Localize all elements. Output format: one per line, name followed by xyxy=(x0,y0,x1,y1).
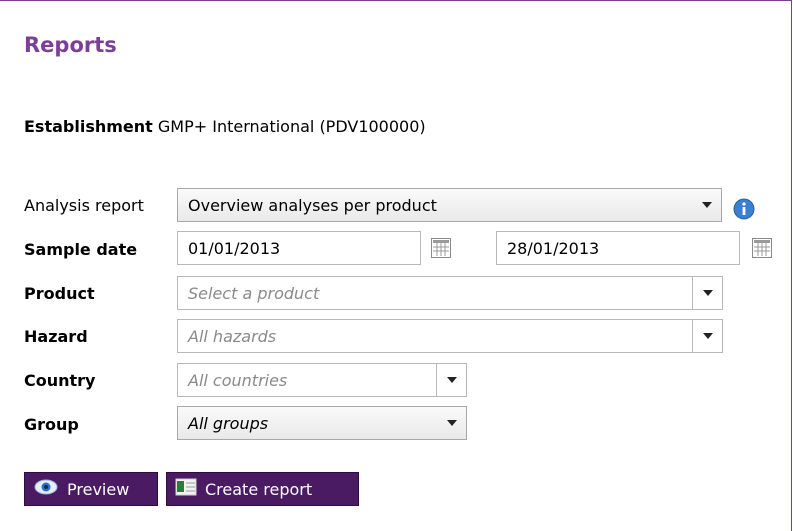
page-title: Reports xyxy=(24,33,117,57)
sample-date-label: Sample date xyxy=(24,240,138,259)
calendar-icon[interactable] xyxy=(752,238,772,258)
sample-date-to-value: 28/01/2013 xyxy=(507,238,600,258)
page-frame xyxy=(0,0,792,531)
dropdown-arrow-icon[interactable] xyxy=(692,277,722,309)
country-placeholder: All countries xyxy=(188,370,288,390)
sample-date-to-input[interactable]: 28/01/2013 xyxy=(496,231,740,265)
dropdown-arrow-icon[interactable] xyxy=(692,320,722,352)
sample-date-from-value: 01/01/2013 xyxy=(188,238,281,258)
group-value: All groups xyxy=(188,413,269,433)
establishment-value: GMP+ International (PDV100000) xyxy=(157,117,426,136)
hazard-placeholder: All hazards xyxy=(188,326,277,346)
analysis-report-value: Overview analyses per product xyxy=(188,195,437,215)
establishment-label: Establishment xyxy=(24,117,153,136)
sample-date-from-input[interactable]: 01/01/2013 xyxy=(177,231,421,265)
group-label: Group xyxy=(24,415,79,434)
analysis-report-select[interactable]: Overview analyses per product xyxy=(177,188,722,222)
calendar-icon[interactable] xyxy=(431,238,451,258)
country-label: Country xyxy=(24,371,96,390)
group-select[interactable]: All groups xyxy=(177,406,467,440)
analysis-report-label: Analysis report xyxy=(24,196,144,215)
create-report-label: Create report xyxy=(205,479,313,499)
country-select[interactable]: All countries xyxy=(177,363,467,397)
dropdown-arrow-icon xyxy=(701,189,713,221)
create-report-button[interactable]: Create report xyxy=(166,472,359,506)
product-label: Product xyxy=(24,284,95,303)
dropdown-arrow-icon xyxy=(446,407,458,439)
info-icon[interactable] xyxy=(733,198,755,224)
spreadsheet-icon xyxy=(175,478,205,500)
dropdown-arrow-icon[interactable] xyxy=(436,364,466,396)
preview-button[interactable]: Preview xyxy=(24,472,158,506)
hazard-select[interactable]: All hazards xyxy=(177,319,723,353)
preview-label: Preview xyxy=(67,479,130,499)
hazard-label: Hazard xyxy=(24,327,88,346)
product-select[interactable]: Select a product xyxy=(177,276,723,310)
establishment-row: Establishment GMP+ International (PDV100… xyxy=(24,117,426,136)
product-placeholder: Select a product xyxy=(188,283,320,303)
eye-icon xyxy=(33,478,67,500)
